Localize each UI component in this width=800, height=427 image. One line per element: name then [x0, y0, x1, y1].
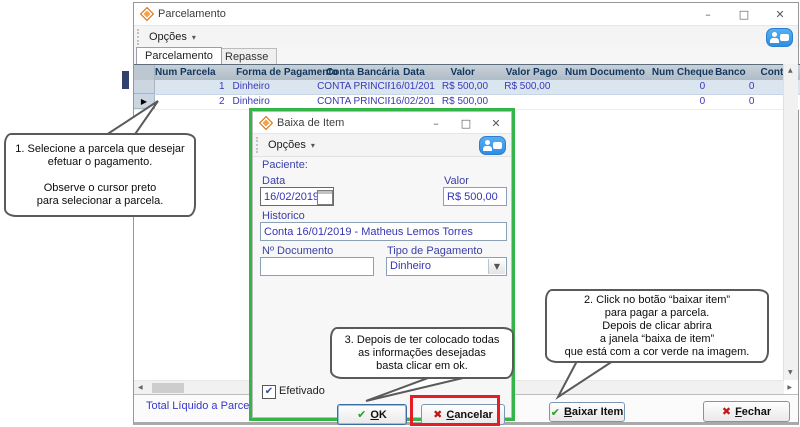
dialog-close-button[interactable]: ✕ [481, 117, 511, 130]
col-forma-pagamento: Forma de Pagamento [232, 65, 326, 81]
col-banco: Banco [715, 65, 760, 81]
row-gutter [134, 80, 155, 94]
col-num-documento: Num Documento [565, 65, 652, 81]
close-button[interactable]: ✕ [762, 8, 798, 21]
bubble-line: para selecionar a parcela. [10, 195, 190, 208]
row-gutter-selected: ▶ [134, 95, 155, 109]
scroll-up-icon[interactable]: ▲ [788, 68, 793, 74]
tipo-pagamento-select[interactable]: Dinheiro ▼ [386, 257, 507, 276]
dialog-contacts-button[interactable] [479, 136, 506, 155]
bubble-line: 3. Depois de ter colocado todas [336, 334, 508, 347]
bubble-line: 1. Selecione a parcela que desejar [10, 143, 190, 156]
dialog-minimize-button[interactable]: – [421, 117, 451, 130]
chevron-down-icon: ▾ [192, 33, 196, 42]
bubble-line: Observe o cursor preto [10, 182, 190, 195]
total-liquido-label: Total Líquido a Parce [146, 400, 249, 412]
vertical-scrollbar[interactable]: ▲ ▼ [783, 64, 798, 380]
bubble-line: a janela “baixa de item” [551, 333, 763, 346]
bubble-line [10, 169, 190, 182]
person-icon [485, 140, 490, 145]
annotation-bubble-1: 1. Selecione a parcela que desejar efetu… [4, 133, 196, 217]
header-gutter [134, 65, 155, 81]
valor-input[interactable] [443, 187, 507, 206]
col-num-cheque: Num Cheque [652, 65, 715, 81]
data-label: Data [262, 175, 285, 187]
historico-label: Historico [262, 210, 305, 222]
annotation-bubble-3: 3. Depois de ter colocado todas as infor… [330, 327, 514, 379]
chevron-down-icon: ▾ [311, 141, 315, 150]
dialog-menu-opcoes[interactable]: Opções ▾ [261, 137, 322, 153]
hscroll-thumb[interactable] [152, 383, 184, 393]
tab-parcelamento[interactable]: Parcelamento [136, 47, 222, 64]
minimize-button[interactable]: – [690, 8, 726, 21]
fechar-button[interactable]: ✖ Fechar [703, 401, 790, 422]
col-valor: Valor [450, 65, 505, 81]
check-icon: ✔ [357, 408, 366, 421]
main-toolbar: Opções ▾ [134, 25, 798, 49]
efetivado-label: Efetivado [279, 385, 325, 397]
menu-opcoes[interactable]: Opções ▾ [142, 29, 203, 45]
table-row[interactable]: 1 Dinheiro CONTA PRINCIPAL 16/01/2019 R$… [134, 80, 800, 95]
scroll-right-icon[interactable]: ▶ [787, 385, 792, 391]
checkbox-check-icon: ✔ [265, 387, 273, 397]
bubble-line: as informações desejadas [336, 347, 508, 360]
bubble-line: para pagar a parcela. [551, 307, 763, 320]
dialog-toolbar: Opções ▾ [253, 133, 511, 157]
col-conta-bancaria: Conta Bancária [326, 65, 403, 81]
tab-bar: Parcelamento Repasse [134, 47, 798, 64]
app-diamond-icon [140, 7, 154, 21]
calendar-icon[interactable] [317, 190, 333, 205]
background-artifact [122, 71, 129, 89]
row-cursor-icon: ▶ [141, 98, 147, 106]
num-documento-input[interactable] [260, 257, 374, 276]
bubble-line: Depois de clicar abrira [551, 320, 763, 333]
red-highlight-rectangle [410, 395, 500, 426]
dialog-maximize-button[interactable]: □ [451, 117, 481, 130]
bubble-line: efetuar o pagamento. [10, 156, 190, 169]
main-window-title: Parcelamento [158, 8, 226, 20]
check-icon: ✔ [551, 406, 560, 419]
combo-arrow-icon[interactable]: ▼ [488, 259, 505, 274]
ok-button[interactable]: ✔ OK [337, 404, 407, 425]
main-titlebar: Parcelamento – □ ✕ [134, 3, 798, 25]
scroll-down-icon[interactable]: ▼ [788, 370, 793, 376]
chat-bubble-icon [780, 34, 789, 41]
screenshot-root: Parcelamento – □ ✕ Opções ▾ Parcelamento… [0, 0, 800, 427]
scroll-left-icon[interactable]: ◀ [138, 385, 143, 391]
num-documento-label: Nº Documento [262, 245, 333, 257]
valor-label: Valor [444, 175, 469, 187]
col-data: Data [403, 65, 450, 81]
app-diamond-icon [259, 116, 273, 130]
historico-input[interactable] [260, 222, 507, 241]
person-icon [772, 32, 777, 37]
baixar-item-button[interactable]: ✔ Baixar Item [549, 402, 625, 422]
col-num-parcela: Num Parcela [155, 65, 232, 81]
dialog-title: Baixa de Item [277, 117, 344, 129]
paciente-label: Paciente: [262, 159, 308, 171]
maximize-button[interactable]: □ [726, 8, 762, 21]
dialog-titlebar: Baixa de Item – □ ✕ [253, 112, 511, 135]
efetivado-checkbox[interactable]: ✔ [262, 385, 276, 399]
contacts-button[interactable] [766, 28, 793, 47]
col-valor-pago: Valor Pago [506, 65, 565, 81]
bubble-line: basta clicar em ok. [336, 360, 508, 373]
tab-repasse[interactable]: Repasse [216, 48, 277, 64]
annotation-bubble-2: 2. Click no botão “baixar item” para pag… [545, 289, 769, 363]
x-icon: ✖ [722, 405, 731, 418]
bubble-line: 2. Click no botão “baixar item” [551, 294, 763, 307]
chat-bubble-icon [493, 142, 502, 149]
tipo-pagamento-label: Tipo de Pagamento [387, 245, 483, 257]
bubble-line: que está com a cor verde na imagem. [551, 346, 763, 359]
